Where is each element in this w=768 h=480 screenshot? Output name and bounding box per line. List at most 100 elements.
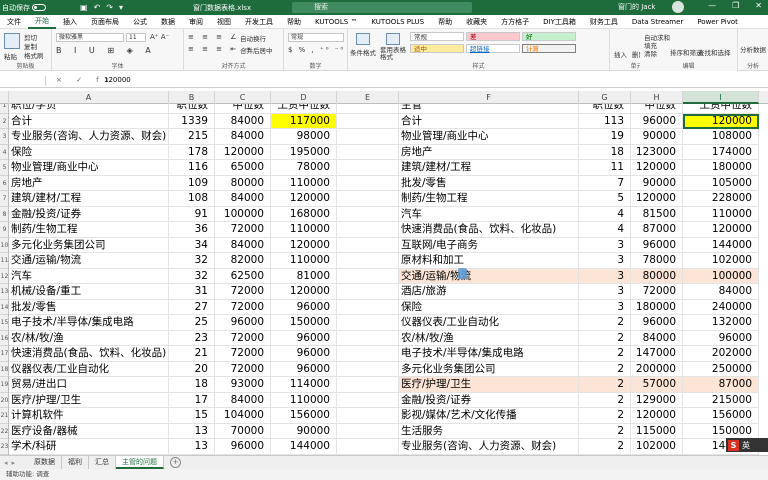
cell-f[interactable]: 专业服务(咨询、人力资源、财会) (399, 439, 579, 455)
cell-f[interactable]: 影视/媒体/艺术/文化传播 (399, 408, 579, 424)
cell-a[interactable]: 学术/科研 (9, 439, 169, 455)
cell-b[interactable]: 215 (169, 129, 215, 145)
cell-f[interactable]: 合计 (399, 113, 579, 129)
ribbon-tab[interactable]: Data Streamer (625, 18, 690, 26)
cell-a[interactable]: 金融/投资/证券 (9, 206, 169, 222)
cell-f[interactable]: 生活服务 (399, 423, 579, 439)
cell-c[interactable]: 96000 (215, 315, 271, 331)
add-sheet-button[interactable]: + (170, 457, 181, 468)
cell-b[interactable]: 18 (169, 377, 215, 393)
cell-g[interactable]: 3 (579, 299, 631, 315)
row-number[interactable]: 9 (0, 222, 8, 238)
column-header-b[interactable]: B (169, 91, 215, 104)
cell-e[interactable] (337, 408, 399, 424)
row-number[interactable]: 1 (0, 104, 8, 114)
column-header-g[interactable]: G (579, 91, 631, 104)
ribbon-tab[interactable]: 页面布局 (84, 17, 126, 27)
row-number[interactable]: 4 (0, 145, 8, 160)
cell-h[interactable]: 87000 (631, 222, 683, 238)
cell-a[interactable]: 物业管理/商业中心 (9, 160, 169, 176)
cell-f[interactable]: 主管 (399, 104, 579, 114)
customize-qat-icon[interactable]: ▾ (119, 3, 123, 12)
cell-e[interactable] (337, 175, 399, 191)
cell-c[interactable]: 65000 (215, 160, 271, 176)
cell-b[interactable]: 13 (169, 439, 215, 455)
cell-a[interactable]: 批发/零售 (9, 299, 169, 315)
cell-g[interactable]: 2 (579, 315, 631, 331)
row-number[interactable]: 3 (0, 129, 8, 145)
ribbon-tab[interactable]: Power Pivot (690, 18, 745, 26)
cell-c[interactable]: 70000 (215, 423, 271, 439)
style-normal[interactable]: 常规 (410, 32, 464, 41)
cell-i[interactable]: 84000 (683, 284, 759, 300)
font-style-buttons[interactable]: B I U ⊞ ◈ A (56, 46, 156, 55)
row-number[interactable]: 17 (0, 346, 8, 362)
cell-h[interactable]: 120000 (631, 408, 683, 424)
cell-f[interactable]: 金融/投资/证券 (399, 392, 579, 408)
sheet-tab[interactable]: 主管的问题 (116, 456, 164, 469)
cell-c[interactable]: 72000 (215, 330, 271, 346)
cell-e[interactable] (337, 237, 399, 253)
cell-d[interactable]: 110000 (271, 253, 337, 269)
cell-g[interactable]: 4 (579, 222, 631, 238)
align-top-icons[interactable]: ≡ ≡ ≡ ∠ (188, 33, 240, 41)
cell-e[interactable] (337, 206, 399, 222)
ribbon-tab[interactable]: 收藏夹 (459, 17, 494, 27)
cell-i[interactable]: 87000 (683, 377, 759, 393)
wrap-text-button[interactable]: 自动换行 (240, 33, 266, 43)
cell-i[interactable]: 100000 (683, 268, 759, 284)
cell-f[interactable]: 交通/运输/物流 (399, 268, 579, 284)
cell-i[interactable]: 250000 (683, 361, 759, 377)
cell-c[interactable]: 100000 (215, 206, 271, 222)
cell-g[interactable]: 18 (579, 144, 631, 160)
cell-i[interactable]: 工资中位数 (683, 104, 759, 114)
cell-d[interactable]: 98000 (271, 129, 337, 145)
cell-d[interactable]: 工资中位数 (271, 104, 337, 114)
cell-a[interactable]: 制药/生物工程 (9, 222, 169, 238)
cell-i[interactable]: 105000 (683, 175, 759, 191)
cell-a[interactable]: 交通/运输/物流 (9, 253, 169, 269)
cell-a[interactable]: 仪器仪表/工业自动化 (9, 361, 169, 377)
cell-b[interactable]: 21 (169, 346, 215, 362)
row-number[interactable]: 18 (0, 362, 8, 377)
cell-a[interactable]: 多元化业务集团公司 (9, 237, 169, 253)
merge-center-button[interactable]: 合并后居中 (240, 45, 273, 55)
column-header-f[interactable]: F (399, 91, 579, 104)
cell-b[interactable]: 108 (169, 191, 215, 207)
cell-f[interactable]: 房地产 (399, 144, 579, 160)
ribbon-tab[interactable]: 帮助 (431, 17, 459, 27)
row-number[interactable]: 5 (0, 160, 8, 176)
cell-a[interactable]: 医疗设备/器械 (9, 423, 169, 439)
cell-h[interactable]: 120000 (631, 160, 683, 176)
cell-b[interactable]: 178 (169, 144, 215, 160)
cell-g[interactable]: 职位数 (579, 104, 631, 114)
cell-d[interactable]: 110000 (271, 175, 337, 191)
cell-f[interactable]: 保险 (399, 299, 579, 315)
style-bad[interactable]: 差 (466, 32, 520, 41)
sheet-tab[interactable]: 原数据 (28, 456, 62, 469)
cell-a[interactable]: 房地产 (9, 175, 169, 191)
cell-c[interactable]: 96000 (215, 439, 271, 455)
cell-b[interactable]: 32 (169, 253, 215, 269)
cell-i[interactable]: 202000 (683, 346, 759, 362)
cell-b[interactable]: 25 (169, 315, 215, 331)
cell-h[interactable]: 180000 (631, 299, 683, 315)
cell-g[interactable]: 2 (579, 392, 631, 408)
cell-g[interactable]: 2 (579, 439, 631, 455)
row-number[interactable]: 8 (0, 207, 8, 222)
cell-e[interactable] (337, 268, 399, 284)
cell-d[interactable]: 144000 (271, 439, 337, 455)
cell-g[interactable]: 2 (579, 423, 631, 439)
spreadsheet-grid[interactable]: 职位/学负 职位数 中位数 工资中位数 主管 职位数 中位数 工资中位数 合计 1339 84000… (9, 104, 768, 455)
cell-b[interactable]: 13 (169, 423, 215, 439)
cell-d[interactable]: 120000 (271, 284, 337, 300)
cell-g[interactable]: 2 (579, 377, 631, 393)
ribbon-tab[interactable]: 财务工具 (583, 17, 625, 27)
cell-a[interactable]: 医疗/护理/卫生 (9, 392, 169, 408)
row-number[interactable]: 21 (0, 408, 8, 424)
cell-i[interactable]: 108000 (683, 129, 759, 145)
cell-b[interactable]: 17 (169, 392, 215, 408)
cell-h[interactable]: 80000 (631, 268, 683, 284)
user-name[interactable]: 窗门的 Jack (618, 2, 655, 12)
ribbon-tab[interactable]: 文件 (0, 17, 28, 27)
